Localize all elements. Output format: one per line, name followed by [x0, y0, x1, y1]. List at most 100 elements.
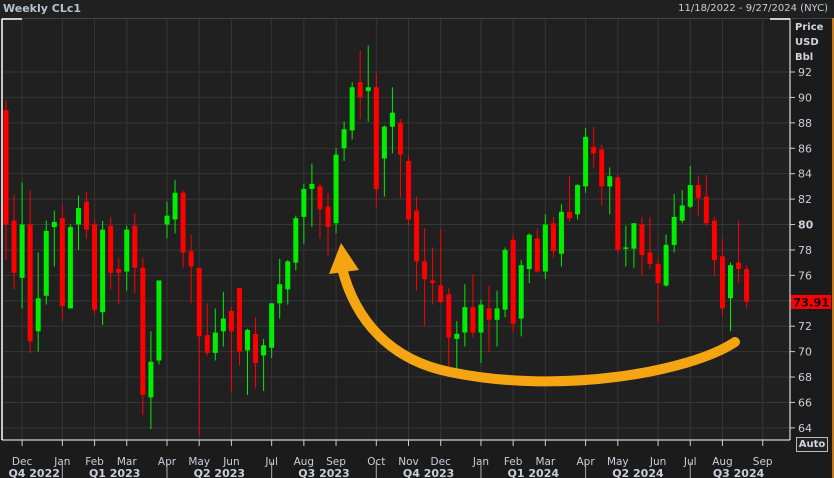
candle-up: [100, 220, 106, 325]
candle-body: [220, 318, 226, 332]
candle-body: [349, 87, 355, 131]
candle-down: [140, 257, 146, 416]
candle-body: [27, 224, 33, 342]
candle-body: [59, 218, 65, 306]
candle-body: [599, 149, 605, 187]
candle-body: [679, 205, 685, 221]
quarter-label: Q1 2024: [508, 467, 560, 478]
candle-body: [406, 160, 411, 220]
candle-body: [236, 288, 242, 352]
quarter-label: Q1 2023: [89, 467, 140, 478]
candle-body: [3, 110, 9, 225]
candle-body: [671, 216, 677, 245]
candle-body: [172, 192, 178, 220]
y-tick-label: 92: [798, 66, 812, 79]
candle-body: [357, 82, 363, 98]
candle-body: [478, 304, 484, 333]
quarter-label: Q3 2024: [713, 467, 765, 478]
candle-body: [100, 229, 106, 313]
candle-body: [365, 87, 371, 92]
candle-body: [381, 126, 387, 159]
y-tick-label: 68: [798, 371, 812, 384]
candle-down: [373, 73, 379, 207]
candle-body: [422, 261, 428, 280]
candle-body: [647, 252, 653, 264]
auto-scale-button[interactable]: Auto: [796, 437, 828, 452]
candle-body: [711, 220, 717, 261]
time-axis[interactable]: Dec Jan Feb Mar Apr May Jun Jul Aug Sep Oct Nov Dec J…: [8, 440, 773, 478]
candle-down: [510, 234, 516, 333]
candle-body: [212, 332, 218, 353]
candle-body: [261, 345, 267, 356]
candle-body: [438, 285, 444, 303]
quarter-label: Q3 2023: [298, 467, 349, 478]
candle-body: [695, 185, 701, 198]
candle-body: [333, 154, 339, 224]
candle-body: [124, 229, 130, 272]
candle-up: [293, 215, 299, 271]
y-tick-label: 66: [798, 396, 812, 409]
candle-body: [703, 196, 709, 224]
price-axis[interactable]: 646668707274767880828486889092: [790, 66, 814, 435]
candle-body: [655, 263, 661, 283]
y-tick-label: 64: [798, 422, 812, 435]
candle-down: [615, 174, 621, 253]
candle-body: [631, 223, 637, 249]
y-tick-label: 82: [798, 193, 812, 206]
candle-body: [510, 239, 516, 324]
candle-up: [502, 247, 508, 318]
candle-body: [373, 87, 379, 189]
candle-body: [148, 361, 154, 398]
candle-body: [341, 129, 347, 149]
candle-body: [245, 330, 250, 351]
y-tick-label: 86: [798, 142, 812, 155]
candle-body: [180, 192, 186, 253]
candle-body: [414, 210, 420, 262]
candle-body: [575, 185, 581, 215]
candle-down: [92, 219, 98, 314]
candle-body: [84, 201, 89, 230]
candle-body: [156, 280, 162, 361]
candlestick-chart[interactable]: 646668707274767880828486889092 DecJanFeb…: [0, 0, 834, 478]
candle-body: [51, 221, 57, 228]
candle-body: [140, 267, 146, 395]
candle-body: [736, 262, 742, 270]
y-tick-label: 70: [798, 346, 812, 359]
candle-body: [744, 269, 750, 302]
y-tick-label: 76: [798, 269, 812, 282]
y-tick-label: 84: [798, 168, 812, 181]
candle-up: [575, 183, 581, 220]
candle-body: [188, 251, 194, 267]
candle-up: [43, 220, 49, 305]
candle-body: [325, 206, 331, 228]
candle-body: [269, 303, 275, 348]
candle-body: [430, 280, 436, 283]
candle-body: [526, 234, 532, 270]
y-tick-label: 72: [798, 320, 812, 333]
candle-body: [43, 230, 49, 296]
candle-body: [462, 307, 468, 333]
axis-label-line: USD: [795, 37, 819, 48]
candle-body: [486, 308, 492, 320]
candle-body: [494, 308, 500, 320]
candle-body: [502, 249, 508, 310]
candle-body: [228, 310, 234, 332]
candle-body: [615, 177, 621, 250]
candle-body: [663, 244, 669, 286]
candle-body: [534, 238, 540, 272]
candle-body: [623, 247, 629, 249]
quarter-label: Q2 2024: [612, 467, 664, 478]
candle-body: [301, 188, 307, 217]
candle-body: [277, 284, 283, 304]
candle-body: [309, 183, 315, 189]
candle-body: [470, 307, 476, 333]
y-tick-label: 80: [798, 219, 814, 232]
candle-body: [35, 298, 41, 332]
candle-down: [744, 265, 750, 309]
candle-body: [550, 223, 556, 252]
quarter-label: Q4 2023: [403, 467, 454, 478]
candle-body: [728, 265, 733, 299]
candle-body: [446, 294, 452, 338]
candle-up: [156, 280, 162, 365]
candle-body: [639, 224, 645, 256]
